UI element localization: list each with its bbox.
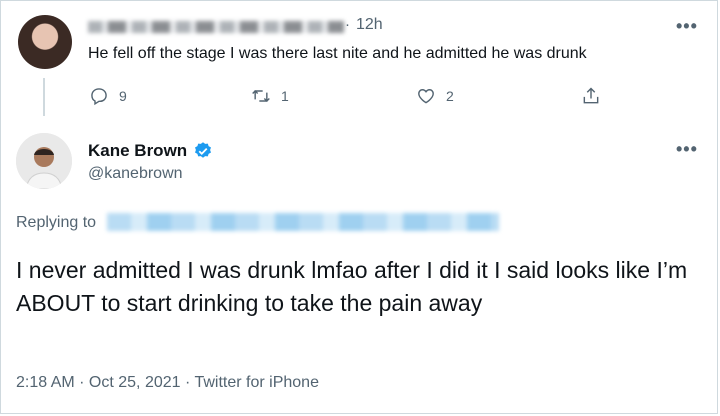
like-button[interactable]: 2 [416, 86, 454, 106]
avatar[interactable] [18, 15, 72, 69]
more-options-button[interactable]: ••• [676, 139, 698, 160]
heart-icon [418, 89, 434, 104]
tweet-metadata[interactable]: 2:18 AM · Oct 25, 2021 · Twitter for iPh… [16, 374, 319, 392]
tweet-text: I never admitted I was drunk lmfao after… [16, 257, 688, 316]
reply-count: 9 [119, 88, 127, 104]
handle[interactable]: @kanebrown [88, 165, 183, 183]
retweet-icon [252, 89, 270, 103]
redacted-username [88, 21, 344, 33]
tweet-time[interactable]: 12h [356, 16, 383, 34]
retweet-count: 1 [281, 88, 289, 104]
avatar[interactable] [16, 133, 72, 189]
reply-button[interactable]: 9 [89, 86, 127, 106]
redacted-reply-mention[interactable] [107, 213, 499, 231]
replying-to-label: Replying to [16, 214, 97, 231]
retweet-button[interactable]: 1 [251, 86, 289, 106]
verified-badge-icon [195, 142, 211, 158]
display-name[interactable]: Kane Brown [88, 141, 187, 161]
thread-line [43, 78, 45, 116]
tweet-text: He fell off the stage I was there last n… [88, 45, 587, 62]
profile-photo-icon [16, 133, 72, 189]
dot-separator: · [345, 16, 350, 33]
reply-icon [91, 88, 107, 106]
more-options-button[interactable]: ••• [676, 16, 698, 37]
share-button[interactable] [581, 86, 601, 106]
share-icon [583, 87, 599, 104]
like-count: 2 [446, 88, 454, 104]
